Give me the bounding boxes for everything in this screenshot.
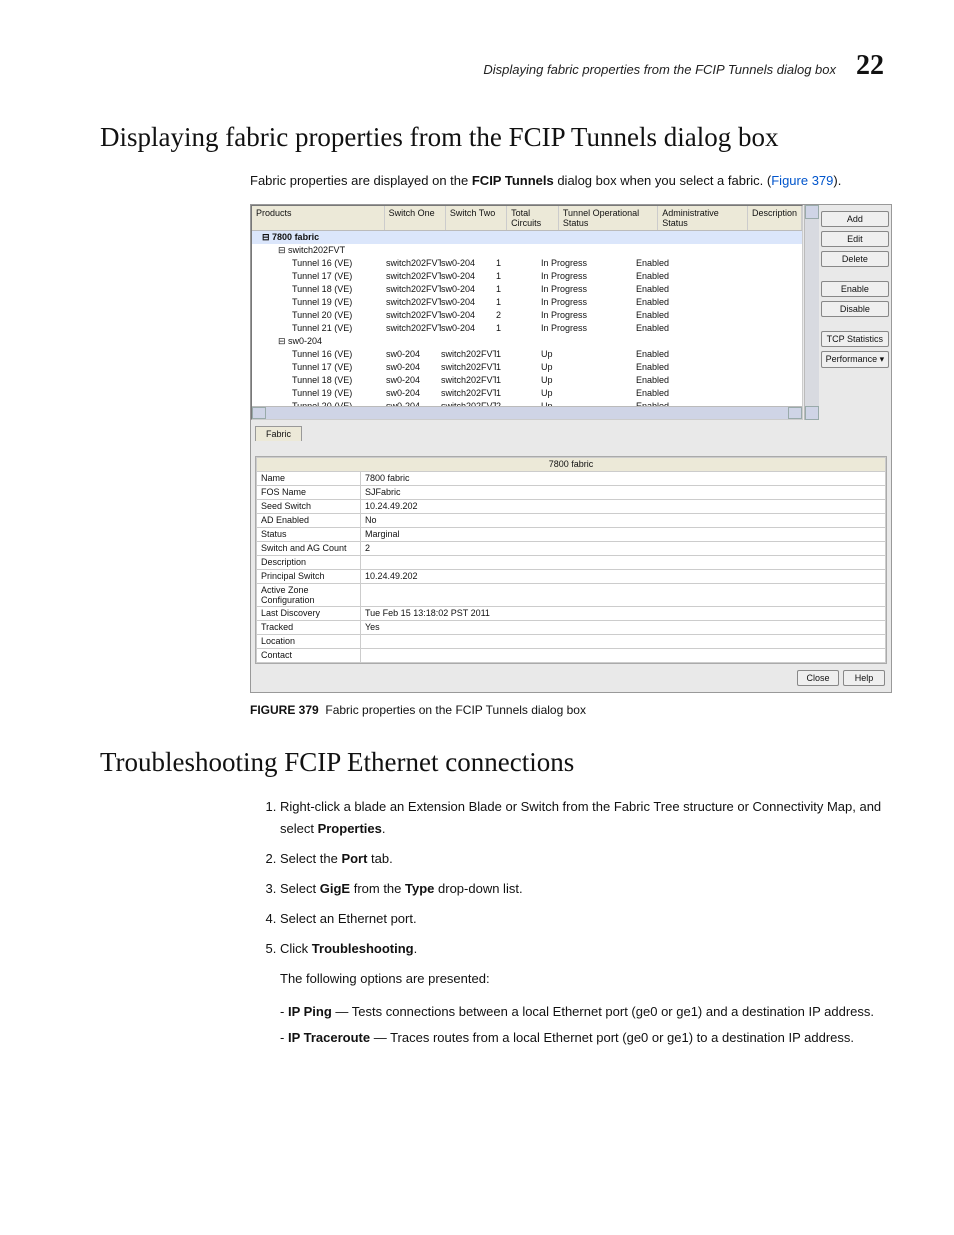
- table-row[interactable]: ⊟ 7800 fabric: [252, 231, 802, 244]
- property-row: StatusMarginal: [257, 527, 886, 541]
- edit-button[interactable]: Edit: [821, 231, 889, 247]
- table-row[interactable]: ⊟ switch202FVT: [252, 244, 802, 257]
- scroll-right-icon[interactable]: [788, 407, 802, 419]
- intro-paragraph: Fabric properties are displayed on the F…: [250, 171, 884, 191]
- disable-button[interactable]: Disable: [821, 301, 889, 317]
- fcip-tunnels-dialog: Products Switch One Switch Two Total Cir…: [250, 204, 892, 693]
- section-heading-1: Displaying fabric properties from the FC…: [100, 122, 884, 153]
- tree-body[interactable]: ⊟ 7800 fabric⊟ switch202FVTTunnel 16 (VE…: [252, 231, 802, 406]
- property-row: AD EnabledNo: [257, 513, 886, 527]
- troubleshooting-steps: Right-click a blade an Extension Blade o…: [260, 796, 884, 1048]
- col-total-circuits[interactable]: Total Circuits: [507, 206, 559, 230]
- figure-caption: FIGURE 379 Fabric properties on the FCIP…: [250, 703, 884, 717]
- table-row[interactable]: Tunnel 18 (VE)sw0-204switch202FVT1UpEnab…: [252, 374, 802, 387]
- table-row[interactable]: Tunnel 18 (VE)switch202FVTsw0-2041In Pro…: [252, 283, 802, 296]
- step-2: Select the Port tab.: [280, 848, 884, 870]
- table-row[interactable]: Tunnel 19 (VE)switch202FVTsw0-2041In Pro…: [252, 296, 802, 309]
- fabric-properties-pane: 7800 fabricName7800 fabricFOS NameSJFabr…: [255, 456, 887, 664]
- close-button[interactable]: Close: [797, 670, 839, 686]
- scroll-up-icon[interactable]: [805, 205, 819, 219]
- scroll-track[interactable]: [266, 407, 788, 419]
- table-row[interactable]: Tunnel 20 (VE)sw0-204switch202FVT2UpEnab…: [252, 400, 802, 406]
- property-row: Contact: [257, 648, 886, 662]
- intro-text: Fabric properties are displayed on the: [250, 173, 472, 188]
- table-row[interactable]: Tunnel 17 (VE)sw0-204switch202FVT1UpEnab…: [252, 361, 802, 374]
- add-button[interactable]: Add: [821, 211, 889, 227]
- intro-text-2: dialog box when you select a fabric. (: [554, 173, 772, 188]
- step-5: Click Troubleshooting. The following opt…: [280, 938, 884, 1048]
- step-1: Right-click a blade an Extension Blade o…: [280, 796, 884, 840]
- col-switch-two[interactable]: Switch Two: [446, 206, 507, 230]
- step-3: Select GigE from the Type drop-down list…: [280, 878, 884, 900]
- property-row: TrackedYes: [257, 620, 886, 634]
- products-tree-pane: Products Switch One Switch Two Total Cir…: [251, 205, 803, 420]
- dialog-footer: Close Help: [251, 664, 891, 692]
- vertical-scrollbar[interactable]: [804, 205, 819, 420]
- property-row: Active Zone Configuration: [257, 583, 886, 606]
- enable-button[interactable]: Enable: [821, 281, 889, 297]
- property-row: Location: [257, 634, 886, 648]
- figure-caption-text: Fabric properties on the FCIP Tunnels di…: [325, 703, 586, 717]
- step-5-followup: The following options are presented:: [280, 968, 884, 990]
- option-ip-ping: IP Ping — Tests connections between a lo…: [280, 1003, 884, 1021]
- property-row: Last DiscoveryTue Feb 15 13:18:02 PST 20…: [257, 606, 886, 620]
- table-row[interactable]: Tunnel 16 (VE)sw0-204switch202FVT1UpEnab…: [252, 348, 802, 361]
- action-buttons-column: Add Edit Delete Enable Disable TCP Stati…: [819, 205, 891, 420]
- table-row[interactable]: Tunnel 19 (VE)sw0-204switch202FVT1UpEnab…: [252, 387, 802, 400]
- horizontal-scrollbar[interactable]: [252, 406, 802, 419]
- scroll-left-icon[interactable]: [252, 407, 266, 419]
- fabric-tab[interactable]: Fabric: [255, 426, 302, 441]
- performance-button[interactable]: Performance ▾: [821, 351, 889, 368]
- running-title: Displaying fabric properties from the FC…: [483, 62, 836, 77]
- step-4: Select an Ethernet port.: [280, 908, 884, 930]
- option-ip-traceroute: IP Traceroute — Traces routes from a loc…: [280, 1029, 884, 1047]
- col-admin-status[interactable]: Administrative Status: [658, 206, 748, 230]
- help-button[interactable]: Help: [843, 670, 885, 686]
- table-row[interactable]: Tunnel 20 (VE)switch202FVTsw0-2042In Pro…: [252, 309, 802, 322]
- intro-text-3: ).: [833, 173, 841, 188]
- property-row: Description: [257, 555, 886, 569]
- property-row: Seed Switch10.24.49.202: [257, 499, 886, 513]
- table-row[interactable]: Tunnel 17 (VE)switch202FVTsw0-2041In Pro…: [252, 270, 802, 283]
- chapter-number: 22: [856, 50, 884, 82]
- col-switch-one[interactable]: Switch One: [385, 206, 446, 230]
- property-row: Name7800 fabric: [257, 471, 886, 485]
- tree-header-row: Products Switch One Switch Two Total Cir…: [252, 206, 802, 231]
- table-row[interactable]: Tunnel 16 (VE)switch202FVTsw0-2041In Pro…: [252, 257, 802, 270]
- delete-button[interactable]: Delete: [821, 251, 889, 267]
- tcp-statistics-button[interactable]: TCP Statistics: [821, 331, 889, 347]
- col-tunnel-status[interactable]: Tunnel Operational Status: [559, 206, 658, 230]
- fabric-properties-table: 7800 fabricName7800 fabricFOS NameSJFabr…: [256, 457, 886, 663]
- page-header: Displaying fabric properties from the FC…: [100, 50, 884, 82]
- section-heading-2: Troubleshooting FCIP Ethernet connection…: [100, 747, 884, 778]
- property-row: FOS NameSJFabric: [257, 485, 886, 499]
- col-products[interactable]: Products: [252, 206, 385, 230]
- figure-label: FIGURE 379: [250, 703, 319, 717]
- figure-link[interactable]: Figure 379: [771, 173, 833, 188]
- property-row: Switch and AG Count2: [257, 541, 886, 555]
- troubleshooting-options: IP Ping — Tests connections between a lo…: [280, 1003, 884, 1047]
- property-row: Principal Switch10.24.49.202: [257, 569, 886, 583]
- table-row[interactable]: Tunnel 21 (VE)switch202FVTsw0-2041In Pro…: [252, 322, 802, 335]
- table-row[interactable]: ⊟ sw0-204: [252, 335, 802, 348]
- col-description[interactable]: Description: [748, 206, 802, 230]
- scroll-down-icon[interactable]: [805, 406, 819, 420]
- intro-bold: FCIP Tunnels: [472, 173, 554, 188]
